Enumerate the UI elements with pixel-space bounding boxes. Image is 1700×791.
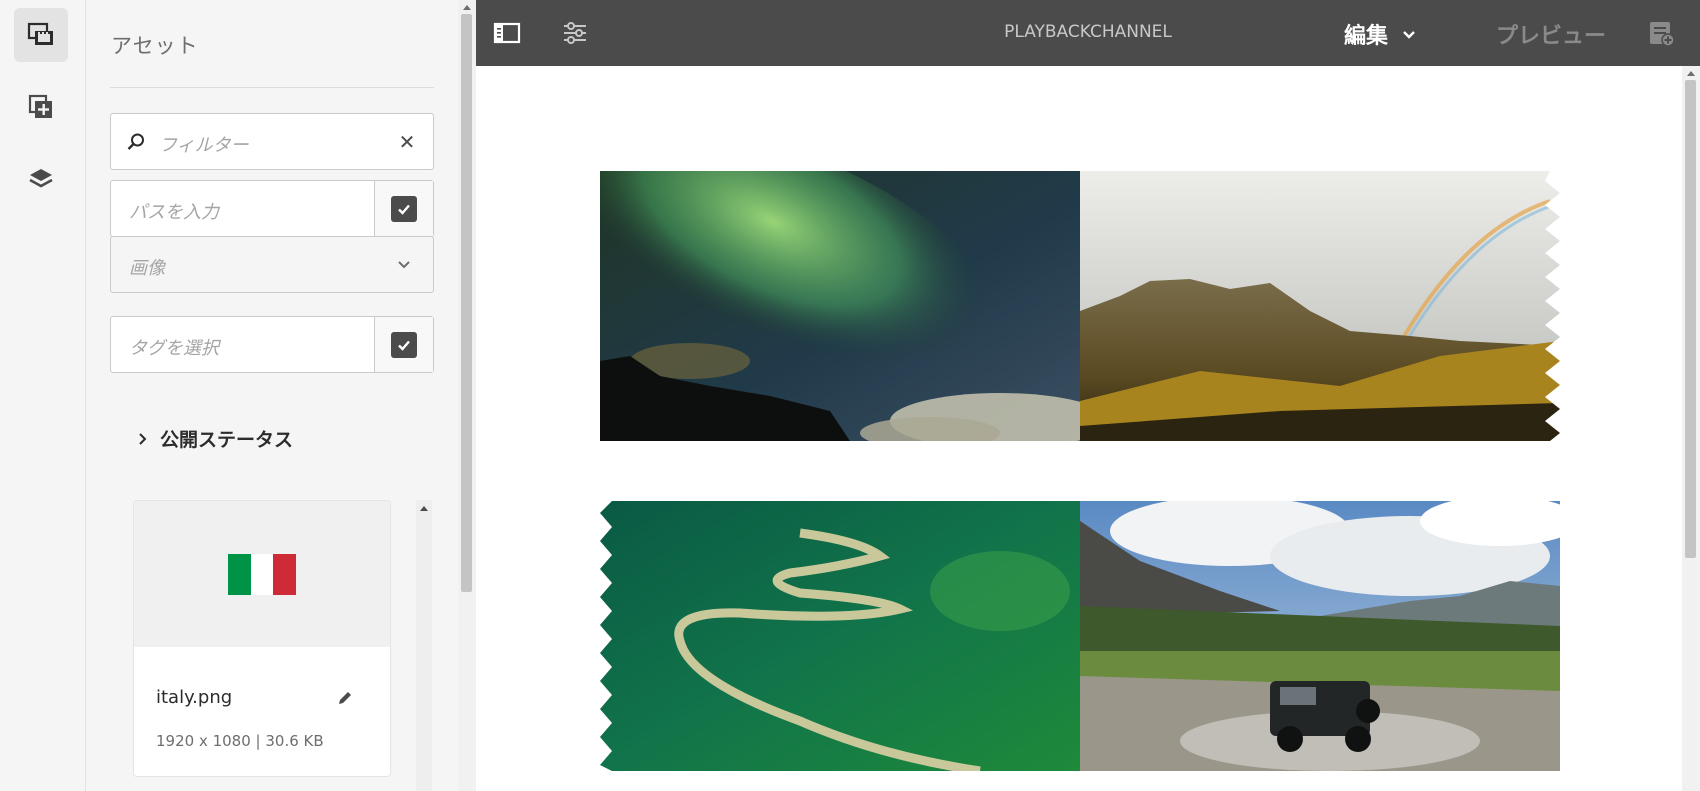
divider xyxy=(110,87,434,88)
asset-meta: 1920 x 1080 | 30.6 KB xyxy=(156,732,324,750)
mountain-rainbow-image[interactable] xyxy=(1080,171,1560,441)
italy-flag-image xyxy=(228,553,297,595)
scrollbar-thumb[interactable] xyxy=(1685,80,1696,558)
panel-scrollbar[interactable] xyxy=(458,0,476,791)
panel-title: アセット xyxy=(111,34,199,58)
components-glyph xyxy=(28,94,52,118)
aurora-image[interactable] xyxy=(600,171,1080,441)
tags-picker-button[interactable] xyxy=(374,317,433,372)
page-canvas xyxy=(476,66,1682,791)
offroad-car-image[interactable] xyxy=(1080,501,1560,771)
flag-stripe-red xyxy=(273,553,297,595)
preview-button[interactable]: プレビュー xyxy=(1496,18,1606,50)
asset-card[interactable]: italy.png 1920 x 1080 | 30.6 KB xyxy=(133,500,391,777)
assets-icon[interactable] xyxy=(14,8,68,62)
components-icon[interactable] xyxy=(14,80,68,134)
tags-placeholder: タグを選択 xyxy=(129,338,219,359)
scroll-up-icon[interactable] xyxy=(420,506,428,511)
left-rail xyxy=(0,0,86,791)
checkmark-icon xyxy=(391,195,417,222)
scroll-up-icon[interactable] xyxy=(463,5,471,10)
side-panel-toggle-icon[interactable] xyxy=(492,18,522,48)
path-placeholder: パスを入力 xyxy=(129,202,219,223)
asset-type-select[interactable]: 画像 xyxy=(110,236,434,293)
river-forest-image[interactable] xyxy=(600,501,1080,771)
asset-name: italy.png xyxy=(156,687,233,708)
layers-icon[interactable] xyxy=(14,152,68,206)
asset-list-scrollbar[interactable] xyxy=(416,500,432,791)
asset-type-value: 画像 xyxy=(129,258,165,279)
mode-label: 編集 xyxy=(1344,24,1389,49)
filter-search-field[interactable]: フィルター ✕ xyxy=(110,113,434,170)
path-browse-button[interactable] xyxy=(374,181,433,236)
mode-selector[interactable]: 編集 xyxy=(1344,18,1418,50)
canvas-scrollbar[interactable] xyxy=(1682,66,1700,791)
chevron-down-icon xyxy=(398,261,410,269)
tags-field[interactable]: タグを選択 xyxy=(110,316,434,373)
publish-status-toggle[interactable]: 公開ステータス xyxy=(136,425,293,452)
checkmark-icon xyxy=(391,331,417,358)
scrollbar-thumb[interactable] xyxy=(461,14,472,592)
flag-stripe-white xyxy=(250,553,274,595)
filter-placeholder: フィルター xyxy=(159,135,249,156)
search-icon xyxy=(127,133,144,150)
asset-thumbnail xyxy=(134,501,390,647)
chevron-right-icon xyxy=(139,432,147,445)
chevron-down-icon xyxy=(1403,31,1415,39)
editor-toolbar: PLAYBACKCHANNEL 編集 プレビュー xyxy=(476,0,1700,66)
page-properties-icon[interactable] xyxy=(560,18,590,48)
asset-panel: アセット フィルター ✕ パスを入力 画像 タグを選択 公開ステータス ital… xyxy=(86,0,458,791)
page-info-icon[interactable] xyxy=(1646,18,1676,48)
clear-icon[interactable]: ✕ xyxy=(397,130,417,154)
layers-glyph xyxy=(29,169,53,188)
scroll-up-icon[interactable] xyxy=(1687,71,1695,76)
path-field[interactable]: パスを入力 xyxy=(110,180,434,237)
assets-glyph xyxy=(27,22,53,45)
pencil-icon[interactable] xyxy=(336,689,354,707)
publish-status-label: 公開ステータス xyxy=(160,429,294,451)
flag-stripe-green xyxy=(228,553,251,595)
